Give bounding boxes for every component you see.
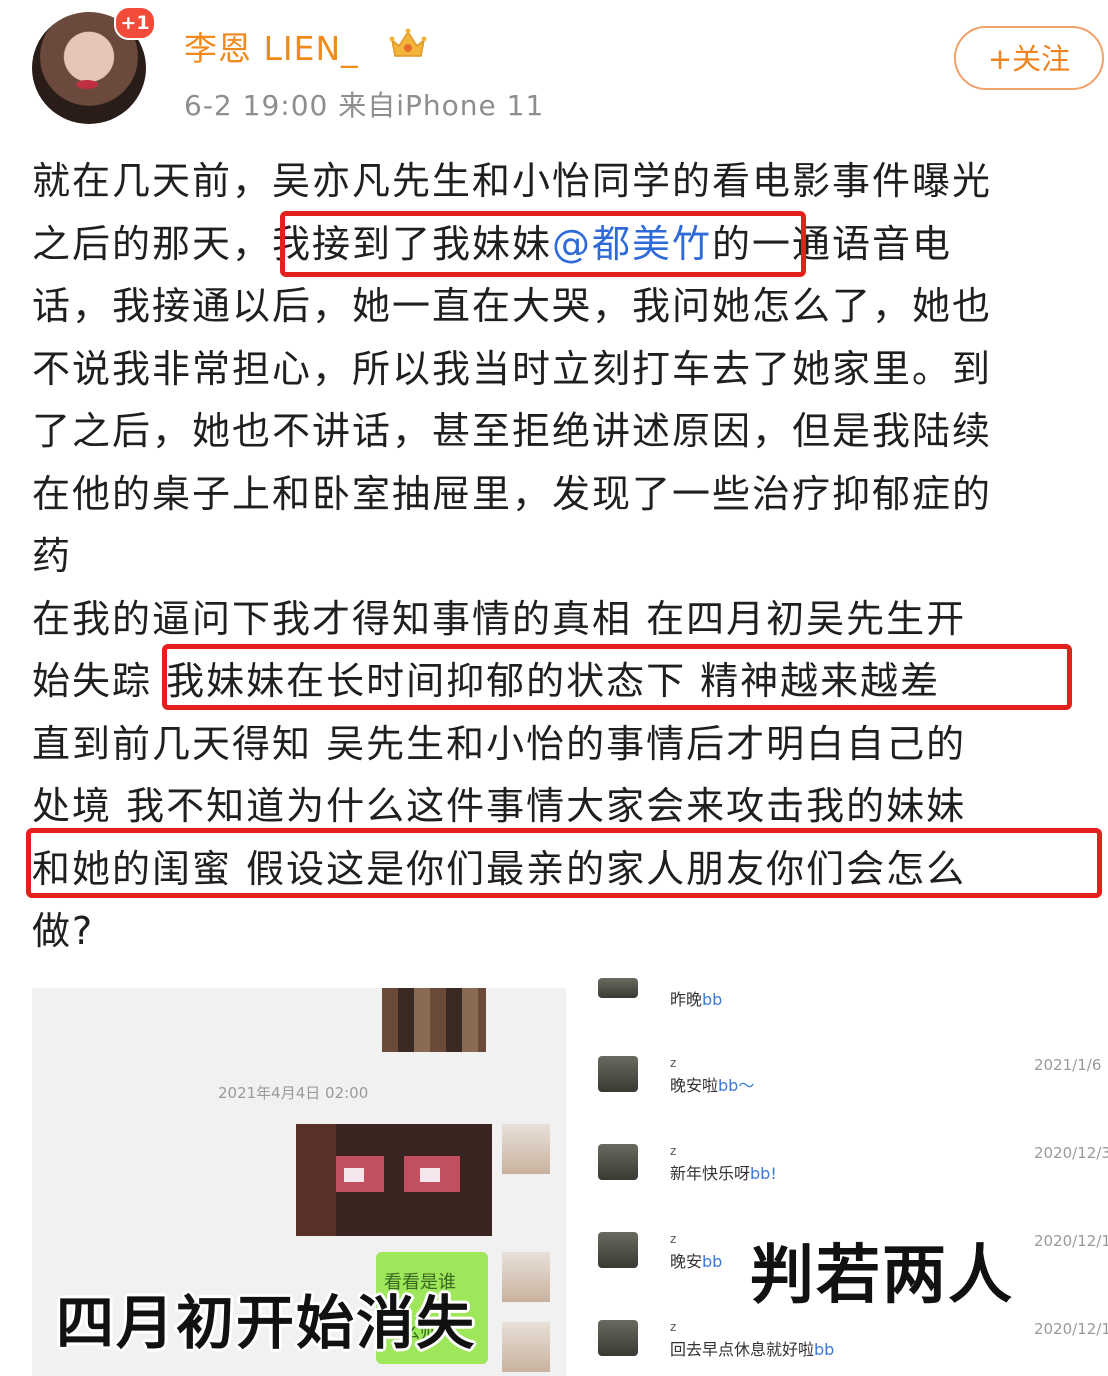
post-line: 直到前几天得知 吴先生和小怡的事情后才明白自己的 (32, 713, 1092, 776)
post-text-segment: 话，我接通以后，她一直在大哭，我问她怎么了，她也 (32, 284, 993, 328)
message-preview: 回去早点休息就好啦bb (670, 1336, 834, 1360)
contact-avatar (598, 1320, 638, 1356)
post-text-segment: 药 (32, 534, 73, 578)
post-text-segment: 不说我非常担心，所以我当时立刻打车去了她家里。到 (32, 346, 993, 391)
self-avatar-3 (502, 1322, 550, 1372)
self-avatar-1 (502, 1124, 550, 1174)
caption-right: 判若两人 (750, 1239, 1014, 1313)
crown-icon (389, 28, 427, 57)
message-suffix: bb! (750, 1164, 777, 1183)
message-date: 2020/12/17 (1034, 1232, 1108, 1250)
post-line: 在他的桌子上和卧室抽屉里，发现了一些治疗抑郁症的 (32, 463, 1092, 526)
contact-name: z (670, 1320, 677, 1334)
pixelated-photo-top (382, 988, 486, 1052)
post-line: 在我的逼问下我才得知事情的真相 在四月初吴先生开 (32, 588, 1092, 651)
chat-screenshot-right: z回去早点休息就好啦bb2020/12/13z晚安bb2020/12/17z新年… (580, 978, 1108, 1376)
post-text-segment: 在他的桌子上和卧室抽屉里，发现了一些治疗抑郁症的 (32, 471, 993, 516)
chat-screenshot-left: 2021年4月4日 02:00 看看是谁 这么帅气 四月初开始消失 (32, 988, 566, 1376)
message-suffix: bb～ (718, 1076, 755, 1095)
message-suffix: bb (814, 1340, 835, 1359)
caption-left: 四月初开始消失 (56, 1289, 477, 1357)
chat-timestamp: 2021年4月4日 02:00 (218, 1084, 369, 1102)
message-text: 昨晚 (670, 990, 703, 1009)
post-line: 话，我接通以后，她一直在大哭，我问她怎么了，她也 (32, 275, 1092, 338)
notification-badge: +1 (114, 6, 156, 40)
post-line: 不说我非常担心，所以我当时立刻打车去了她家里。到 (32, 338, 1092, 401)
contact-avatar (598, 978, 638, 998)
contact-avatar (598, 1232, 638, 1268)
message-preview: 昨晚bb (670, 986, 722, 1010)
post-text-segment: 做? (32, 909, 95, 953)
post-text-segment: 就在几天前，吴亦凡先生和小怡同学的看电影事件曝光 (32, 159, 993, 203)
post-line: 了之后，她也不讲话，甚至拒绝讲述原因，但是我陆续 (32, 400, 1092, 463)
contact-avatar (598, 1056, 638, 1092)
contact-name: z (670, 1056, 677, 1070)
message-text: 晚安 (670, 1252, 703, 1271)
post-text-segment: 直到前几天得知 吴先生和小怡的事情后才明白自己的 (32, 721, 967, 766)
pixelated-photo-middle (296, 1124, 492, 1236)
message-text: 晚安啦 (670, 1076, 719, 1095)
post-line: 就在几天前，吴亦凡先生和小怡同学的看电影事件曝光 (32, 150, 1092, 213)
post-text-segment: 了之后，她也不讲话，甚至拒绝讲述原因，但是我陆续 (32, 409, 993, 453)
contact-name: z (670, 1232, 677, 1246)
post-text-segment: 在我的逼问下我才得知事情的真相 在四月初吴先生开 (32, 596, 967, 641)
highlight-box-1 (280, 211, 806, 277)
message-suffix: bb (702, 990, 723, 1009)
message-date: 2020/12/31 (1034, 1144, 1108, 1162)
message-preview: 新年快乐呀bb! (670, 1160, 777, 1184)
highlight-box-3 (26, 828, 1102, 898)
post-line: 药 (32, 525, 1092, 588)
message-preview: 晚安bb (670, 1248, 722, 1272)
follow-button[interactable]: +关注 (954, 26, 1104, 90)
username[interactable]: 李恩 LIEN_ (184, 22, 359, 70)
message-suffix: bb (702, 1252, 723, 1271)
message-preview: 晚安啦bb～ (670, 1072, 754, 1096)
self-avatar-2 (502, 1252, 550, 1302)
post-line: 做? (32, 900, 1092, 963)
post-text-segment: 处境 我不知道为什么这件事情大家会来攻击我的妹妹 (32, 784, 967, 828)
message-text: 回去早点休息就好啦 (670, 1340, 815, 1359)
message-date: 2020/12/13 (1034, 1320, 1108, 1338)
avatar-face-detail (76, 80, 98, 89)
contact-avatar (598, 1144, 638, 1180)
message-date: 2021/1/6 (1034, 1056, 1102, 1074)
highlight-box-2 (162, 644, 1072, 710)
message-text: 新年快乐呀 (670, 1164, 751, 1183)
post-meta: 6-2 19:00 来自iPhone 11 (184, 89, 545, 122)
contact-name: z (670, 1144, 677, 1158)
